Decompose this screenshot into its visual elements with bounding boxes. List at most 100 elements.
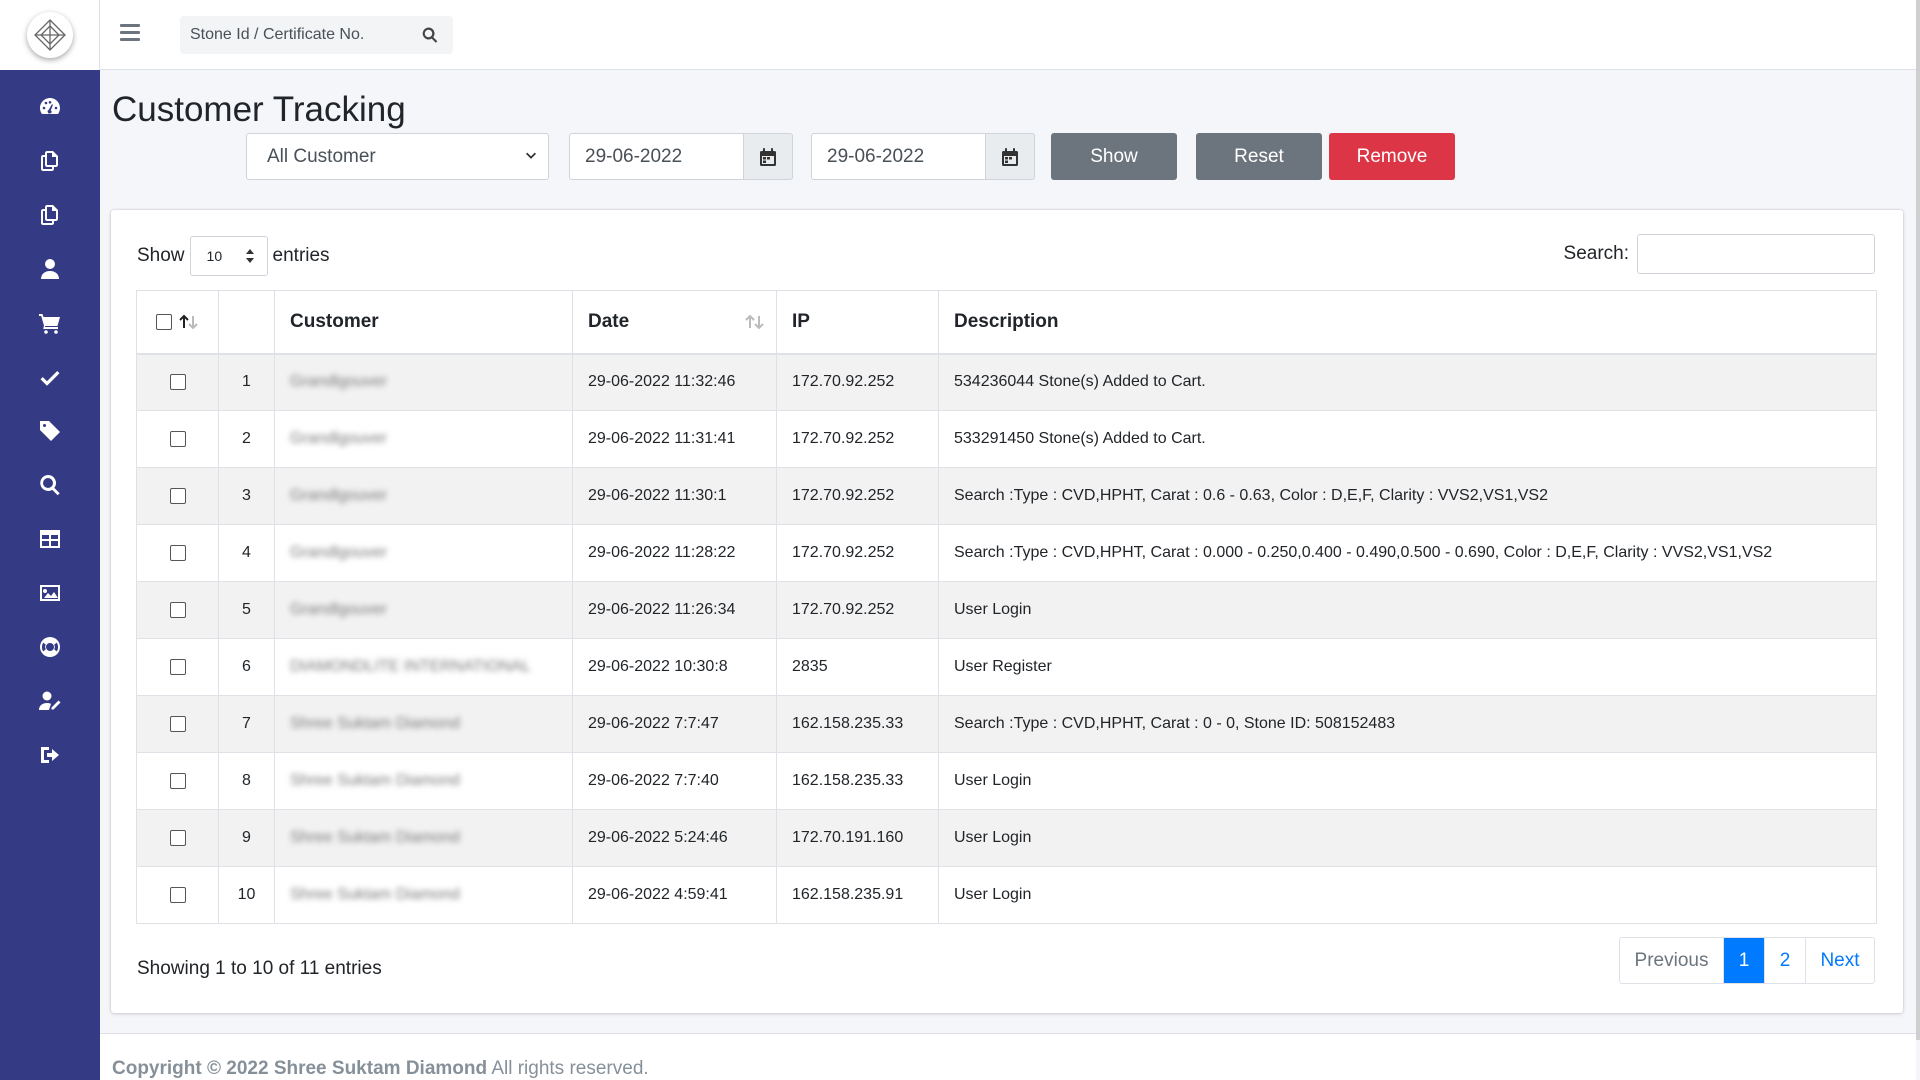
from-date-input[interactable]: 29-06-2022 bbox=[569, 133, 743, 180]
row-customer: Shree Suktam Diamond bbox=[274, 695, 573, 753]
sort-icon[interactable] bbox=[178, 313, 200, 331]
stone-search-button[interactable] bbox=[410, 16, 450, 54]
row-checkbox[interactable] bbox=[169, 658, 186, 675]
diamond-logo[interactable] bbox=[26, 12, 73, 58]
customer-select[interactable]: All Customer bbox=[246, 133, 549, 180]
sidebar-item-copy-2[interactable] bbox=[0, 188, 100, 242]
entries-select[interactable]: 10 bbox=[189, 236, 268, 276]
hamburger-menu-icon[interactable] bbox=[120, 24, 140, 44]
sidebar-item-support[interactable] bbox=[0, 620, 100, 674]
row-ip: 162.158.235.33 bbox=[776, 752, 939, 810]
row-customer: DIAMONDLITE INTERNATIONAL bbox=[274, 638, 573, 696]
header-description[interactable]: Description bbox=[938, 290, 1877, 355]
customer-name-redacted: Grandlgouver bbox=[290, 601, 387, 618]
row-checkbox[interactable] bbox=[169, 715, 186, 732]
row-description: User Login bbox=[938, 581, 1877, 639]
row-checkbox[interactable] bbox=[169, 374, 186, 391]
header-customer[interactable]: Customer bbox=[274, 290, 573, 355]
row-number: 6 bbox=[218, 638, 275, 696]
row-customer: Grandlgouver bbox=[274, 353, 573, 411]
row-checkbox[interactable] bbox=[169, 430, 186, 447]
table-row: 4 Grandlgouver 29-06-2022 11:28:22 172.70.9… bbox=[136, 524, 1877, 582]
remove-button[interactable]: Remove bbox=[1329, 133, 1455, 180]
footer-text: Copyright © 2022 Shree Suktam Diamond Al… bbox=[112, 1058, 649, 1080]
row-customer: Grandlgouver bbox=[274, 581, 573, 639]
row-select-cell bbox=[136, 695, 219, 753]
customer-name-redacted: Grandlgouver bbox=[290, 430, 387, 447]
sidebar-item-cart[interactable] bbox=[0, 296, 100, 350]
customer-name-redacted: Grandlgouver bbox=[290, 487, 387, 504]
row-checkbox[interactable] bbox=[169, 487, 186, 504]
row-customer: Shree Suktam Diamond bbox=[274, 809, 573, 867]
sidebar-item-logout[interactable] bbox=[0, 728, 100, 782]
sidebar-item-copy-1[interactable] bbox=[0, 134, 100, 188]
select-arrows-icon bbox=[245, 249, 254, 263]
sidebar-item-image[interactable] bbox=[0, 566, 100, 620]
rights-text: All rights reserved. bbox=[487, 1058, 649, 1079]
row-description: Search :Type : CVD,HPHT, Carat : 0.000 -… bbox=[938, 524, 1877, 582]
row-date: 29-06-2022 10:30:8 bbox=[572, 638, 777, 696]
row-checkbox[interactable] bbox=[169, 829, 186, 846]
table-body: 1 Grandlgouver 29-06-2022 11:32:46 172.70.9… bbox=[136, 353, 1877, 924]
row-checkbox[interactable] bbox=[169, 886, 186, 903]
row-select-cell bbox=[136, 524, 219, 582]
sidebar-item-check[interactable] bbox=[0, 350, 100, 404]
row-checkbox[interactable] bbox=[169, 544, 186, 561]
table-row: 5 Grandlgouver 29-06-2022 11:26:34 172.70.9… bbox=[136, 581, 1877, 639]
sidebar-item-table[interactable] bbox=[0, 512, 100, 566]
row-date: 29-06-2022 11:30:1 bbox=[572, 467, 777, 525]
row-customer: Grandlgouver bbox=[274, 410, 573, 468]
entries-length-control: Show 10 entries bbox=[137, 236, 330, 276]
row-number: 1 bbox=[218, 353, 275, 411]
search-icon bbox=[40, 475, 60, 496]
row-ip: 172.70.92.252 bbox=[776, 353, 939, 411]
copyright-text: Copyright © 2022 Shree Suktam Diamond bbox=[112, 1058, 488, 1079]
row-ip: 162.158.235.91 bbox=[776, 866, 939, 924]
customer-name-redacted: Shree Suktam Diamond bbox=[290, 886, 460, 903]
row-checkbox[interactable] bbox=[169, 601, 186, 618]
stone-search-bar bbox=[180, 16, 453, 54]
reset-button[interactable]: Reset bbox=[1196, 133, 1322, 180]
row-date: 29-06-2022 4:59:41 bbox=[572, 866, 777, 924]
check-icon bbox=[40, 371, 60, 386]
row-select-cell bbox=[136, 581, 219, 639]
row-date: 29-06-2022 11:28:22 bbox=[572, 524, 777, 582]
select-all-checkbox[interactable] bbox=[155, 313, 172, 330]
life-ring-icon bbox=[40, 637, 60, 657]
row-ip: 172.70.92.252 bbox=[776, 467, 939, 525]
sidebar-item-user-edit[interactable] bbox=[0, 674, 100, 728]
stone-search-input[interactable] bbox=[180, 16, 410, 54]
page-scrollbar[interactable] bbox=[1916, 0, 1920, 1040]
table-header-row: Customer Date IP Description bbox=[136, 290, 1877, 355]
next-page-button[interactable]: Next bbox=[1805, 938, 1874, 983]
calendar-icon bbox=[1002, 147, 1018, 166]
row-select-cell bbox=[136, 353, 219, 411]
row-description: 534236044 Stone(s) Added to Cart. bbox=[938, 353, 1877, 411]
row-checkbox[interactable] bbox=[169, 772, 186, 789]
row-customer: Shree Suktam Diamond bbox=[274, 866, 573, 924]
to-date-calendar-button[interactable] bbox=[985, 133, 1035, 180]
show-button[interactable]: Show bbox=[1051, 133, 1177, 180]
page-1-button[interactable]: 1 bbox=[1723, 938, 1764, 983]
customer-name-redacted: Grandlgouver bbox=[290, 373, 387, 391]
row-ip: 172.70.191.160 bbox=[776, 809, 939, 867]
header-ip[interactable]: IP bbox=[776, 290, 939, 355]
header-date[interactable]: Date bbox=[572, 290, 777, 355]
row-description: Search :Type : CVD,HPHT, Carat : 0 - 0, … bbox=[938, 695, 1877, 753]
row-date: 29-06-2022 7:7:40 bbox=[572, 752, 777, 810]
to-date-group: 29-06-2022 bbox=[811, 133, 1035, 180]
to-date-input[interactable]: 29-06-2022 bbox=[811, 133, 985, 180]
sidebar-item-user[interactable] bbox=[0, 242, 100, 296]
previous-page-button[interactable]: Previous bbox=[1620, 938, 1723, 983]
customer-name-redacted: Shree Suktam Diamond bbox=[290, 715, 460, 732]
page-2-button[interactable]: 2 bbox=[1764, 938, 1805, 983]
sidebar-item-tag[interactable] bbox=[0, 404, 100, 458]
sidebar-item-dashboard[interactable] bbox=[0, 80, 100, 134]
table-search-input[interactable] bbox=[1637, 234, 1875, 274]
from-date-calendar-button[interactable] bbox=[743, 133, 793, 180]
top-navbar bbox=[100, 0, 1916, 70]
customer-name-redacted: Grandlgouver bbox=[290, 544, 387, 561]
row-ip: 2835 bbox=[776, 638, 939, 696]
table-row: 9 Shree Suktam Diamond 29-06-2022 5:24:46 1… bbox=[136, 809, 1877, 867]
sidebar-item-search[interactable] bbox=[0, 458, 100, 512]
